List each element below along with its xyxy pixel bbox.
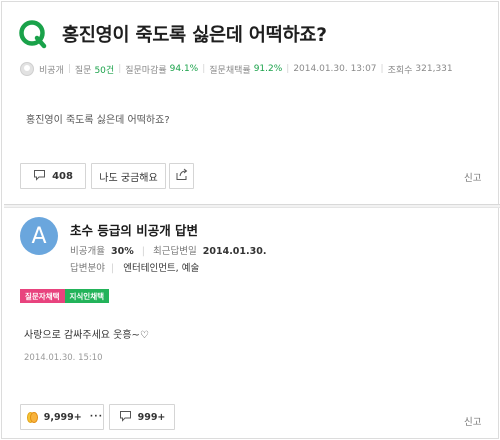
report-question-link[interactable]: 신고 — [464, 170, 481, 184]
share-button[interactable] — [169, 163, 194, 189]
close-rate-label: 질문마감률 — [125, 65, 167, 76]
answers-button[interactable]: 408 — [20, 163, 86, 189]
question-header: 홍진영이 죽도록 싫은데 어떡하죠? — [18, 16, 327, 52]
answers-count: 408 — [52, 170, 73, 182]
answer-title: 초수 등급의 비공개 답변 — [70, 223, 199, 238]
views-label: 조회수 — [387, 65, 413, 76]
answerer-stats: 비공개율 30% | 최근답변일 2014.01.30. — [70, 243, 266, 257]
divider: | — [380, 64, 384, 74]
author-name[interactable]: 비공개 — [39, 63, 64, 76]
questions-label: 질문 — [74, 65, 92, 76]
answer-actions: 9,999+ ··· 999+ — [20, 404, 175, 430]
answer-body: 사랑으로 감싸주세요 웃흥~♡ — [24, 330, 149, 341]
user-avatar-icon — [20, 62, 34, 76]
speech-bubble-icon — [33, 169, 46, 184]
emoji-reaction-icon — [30, 411, 38, 423]
divider: | — [202, 64, 206, 74]
divider: | — [67, 64, 71, 74]
more-reactions: ··· — [89, 412, 103, 422]
question-body: 홍진영이 죽도록 싫은데 어떡하죠? — [26, 115, 170, 126]
question-datetime: 2014.01.30. 13:07 — [293, 64, 377, 74]
answer-field: 답변분야 | 엔터테인먼트, 예술 — [70, 260, 199, 274]
answerer-avatar: A — [20, 217, 58, 255]
comments-count: 999+ — [137, 411, 166, 423]
questions-value: 50건 — [94, 65, 115, 76]
speech-bubble-icon — [119, 410, 132, 425]
answer-field-value[interactable]: 엔터테인먼트, 예술 — [123, 263, 199, 274]
divider: | — [111, 263, 115, 274]
divider: | — [141, 246, 145, 257]
reaction-button[interactable]: 9,999+ ··· — [20, 404, 104, 430]
divider: | — [118, 64, 122, 74]
answer-date: 2014.01.30. 15:10 — [24, 353, 103, 363]
question-actions: 408 나도 궁금해요 — [20, 163, 194, 189]
reaction-count: 9,999+ — [43, 411, 82, 423]
curious-button[interactable]: 나도 궁금해요 — [91, 163, 166, 189]
qna-panel: 홍진영이 죽도록 싫은데 어떡하죠? 비공개 | 질문 50건 | 질문마감률 … — [1, 1, 500, 439]
views-value: 321,331 — [415, 64, 453, 74]
answer-rate-value: 30% — [111, 246, 134, 257]
section-divider — [4, 204, 500, 208]
adopt-rate-value: 91.2% — [253, 64, 283, 74]
report-answer-link[interactable]: 신고 — [464, 414, 481, 428]
adopt-rate-label: 질문채택률 — [209, 65, 251, 76]
comments-button[interactable]: 999+ — [109, 404, 175, 430]
close-rate-value: 94.1% — [169, 64, 199, 74]
q-logo-icon — [18, 19, 48, 49]
question-meta: 비공개 | 질문 50건 | 질문마감률 94.1% | 질문채택률 91.2%… — [20, 62, 453, 76]
jisikin-adopted-badge: 지식인채택 — [64, 289, 109, 303]
question-title: 홍진영이 죽도록 싫은데 어떡하죠? — [62, 25, 327, 46]
recent-answer-label: 최근답변일 — [153, 246, 197, 257]
adoption-badges: 질문자채택 지식인채택 — [20, 289, 109, 303]
answer-field-label: 답변분야 — [70, 263, 105, 274]
share-icon — [175, 168, 189, 184]
answer-rate-label: 비공개율 — [70, 246, 105, 257]
recent-answer-value: 2014.01.30. — [202, 246, 267, 257]
questioner-adopted-badge: 질문자채택 — [20, 289, 65, 303]
divider: | — [286, 64, 290, 74]
